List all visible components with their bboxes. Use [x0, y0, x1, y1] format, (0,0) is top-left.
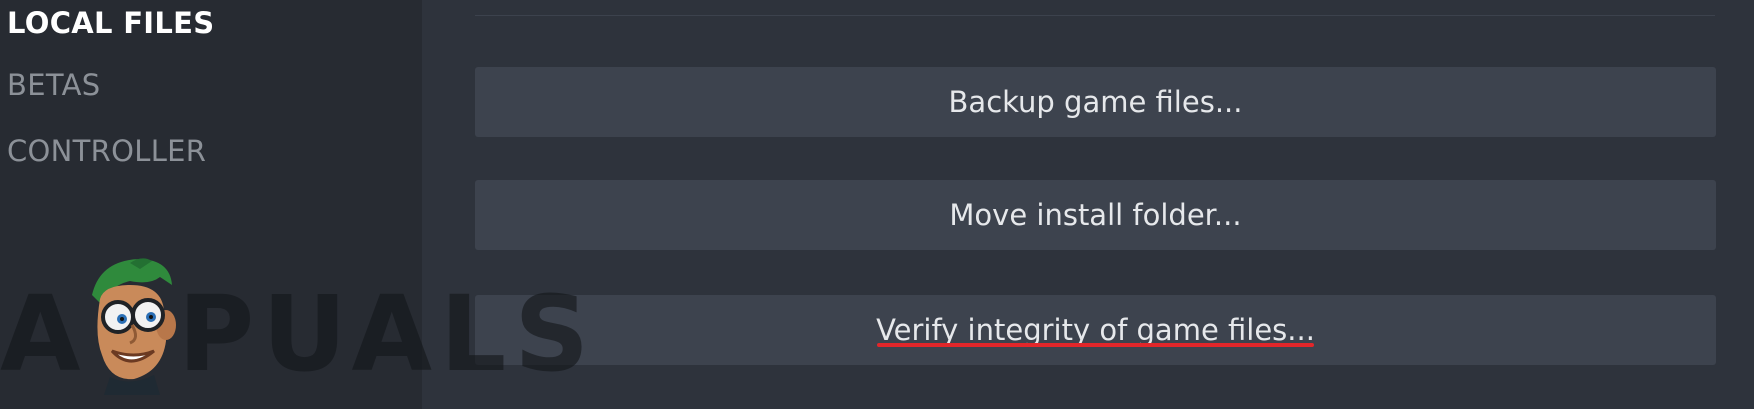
sidebar-item-local-files[interactable]: LOCAL FILES	[7, 6, 214, 40]
button-label: Backup game files...	[948, 85, 1243, 119]
backup-game-files-button[interactable]: Backup game files...	[475, 67, 1716, 137]
divider	[475, 15, 1715, 16]
button-label: Move install folder...	[949, 198, 1242, 232]
sidebar-item-controller[interactable]: CONTROLLER	[7, 134, 206, 168]
appuals-mascot-icon	[92, 258, 176, 395]
sidebar-item-betas[interactable]: BETAS	[7, 68, 100, 102]
watermark-logo: A PUALS	[0, 255, 589, 395]
button-label: Verify integrity of game files...	[876, 313, 1315, 347]
move-install-folder-button[interactable]: Move install folder...	[475, 180, 1716, 250]
verify-integrity-button[interactable]: Verify integrity of game files...	[475, 295, 1716, 365]
watermark-text: PUALS	[178, 273, 598, 395]
highlight-underline	[877, 343, 1314, 347]
